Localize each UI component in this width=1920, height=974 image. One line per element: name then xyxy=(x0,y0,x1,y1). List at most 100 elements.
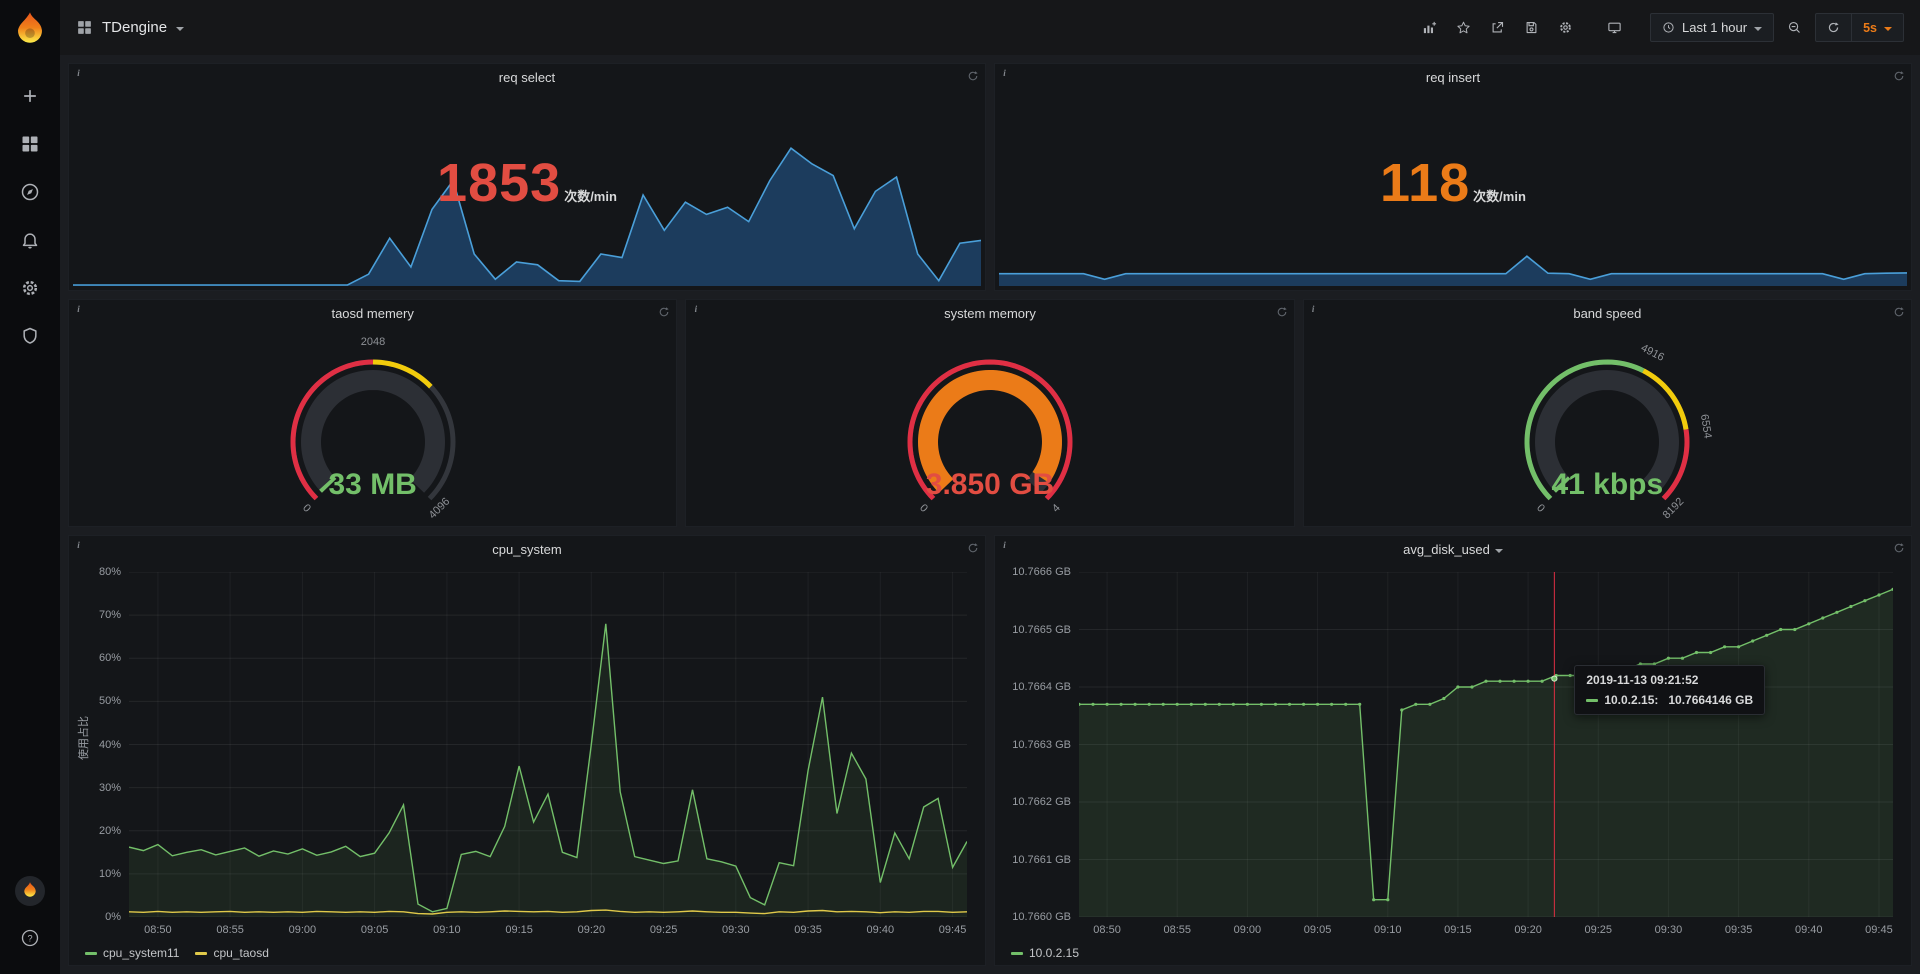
y-axis-tick-label: 10.7665 GB xyxy=(1003,624,1071,636)
svg-text:0: 0 xyxy=(1534,502,1547,515)
panel-info-icon[interactable]: i xyxy=(1307,302,1320,315)
gauge-value: 3.850 GB xyxy=(686,468,1293,502)
cpu-legend: cpu_system11 cpu_taosd xyxy=(85,946,269,960)
legend-item-cpu-taosd[interactable]: cpu_taosd xyxy=(195,946,268,960)
zoom-out-time-button[interactable] xyxy=(1781,15,1808,41)
panel-loading-icon xyxy=(658,305,670,323)
panel-loading-icon xyxy=(967,541,979,559)
y-axis-tick-label: 10% xyxy=(77,868,121,880)
star-button[interactable] xyxy=(1450,15,1477,41)
y-axis-tick-label: 10.7666 GB xyxy=(1003,566,1071,578)
alerting-bell-icon[interactable] xyxy=(12,222,48,258)
x-axis-tick-label: 09:40 xyxy=(858,924,902,936)
refresh-interval-label: 5s xyxy=(1863,21,1877,35)
y-axis-tick-label: 30% xyxy=(77,782,121,794)
legend-color-dash xyxy=(195,952,207,955)
svg-text:4: 4 xyxy=(1050,502,1063,515)
refresh-button[interactable] xyxy=(1815,13,1852,42)
legend-label: cpu_taosd xyxy=(213,946,268,960)
panel-title[interactable]: band speed xyxy=(1334,306,1881,321)
user-avatar[interactable] xyxy=(15,876,45,906)
help-icon[interactable]: ? xyxy=(12,920,48,956)
admin-shield-icon[interactable] xyxy=(12,318,48,354)
panel-req-insert: i req insert 118 次数/min xyxy=(994,63,1912,291)
tooltip-series-name: 10.0.2.15: xyxy=(1604,693,1658,707)
x-axis-tick-label: 09:45 xyxy=(931,924,975,936)
legend-item-cpu-system11[interactable]: cpu_system11 xyxy=(85,946,179,960)
x-axis-tick-label: 09:40 xyxy=(1787,924,1831,936)
share-button[interactable] xyxy=(1484,15,1511,41)
y-axis-tick-label: 40% xyxy=(77,739,121,751)
x-axis-tick-label: 09:10 xyxy=(425,924,469,936)
panel-band-speed: i band speed 0491665548192 41 kbps xyxy=(1303,299,1912,527)
y-axis-tick-label: 10.7662 GB xyxy=(1003,796,1071,808)
cpu-plot[interactable] xyxy=(129,572,967,917)
panel-title[interactable]: system memory xyxy=(716,306,1263,321)
y-axis-tick-label: 10.7660 GB xyxy=(1003,911,1071,923)
panel-info-icon[interactable]: i xyxy=(72,538,85,551)
panel-title[interactable]: req select xyxy=(99,70,955,85)
panel-info-icon[interactable]: i xyxy=(72,66,85,79)
x-axis-tick-label: 09:20 xyxy=(1506,924,1550,936)
y-axis-tick-label: 10.7664 GB xyxy=(1003,681,1071,693)
panel-info-icon[interactable]: i xyxy=(998,66,1011,79)
gauge-value: 41 kbps xyxy=(1304,468,1911,502)
x-axis-tick-label: 09:00 xyxy=(280,924,324,936)
cycle-view-monitor-icon[interactable] xyxy=(1601,15,1628,41)
configuration-gear-icon[interactable] xyxy=(12,270,48,306)
x-axis-tick-label: 09:30 xyxy=(714,924,758,936)
create-plus-icon[interactable] xyxy=(12,78,48,114)
panel-title[interactable]: taosd memery xyxy=(99,306,646,321)
x-axis-tick-label: 08:55 xyxy=(1155,924,1199,936)
y-axis-tick-label: 80% xyxy=(77,566,121,578)
panel-title[interactable]: avg_disk_used xyxy=(1025,542,1881,557)
dashboard-grid-icon xyxy=(76,19,93,36)
panel-menu-caret-icon xyxy=(1495,549,1503,553)
stat-unit: 次数/min xyxy=(1473,186,1526,205)
tooltip-series-dash xyxy=(1586,699,1598,702)
dashboard-title: TDengine xyxy=(102,19,167,36)
x-axis-tick-label: 09:45 xyxy=(1857,924,1901,936)
topbar: TDengine Last 1 hour xyxy=(60,0,1920,55)
dashboard-settings-gear-icon[interactable] xyxy=(1552,15,1579,41)
stat-value: 118 xyxy=(1380,156,1470,210)
grafana-logo[interactable] xyxy=(10,10,50,50)
refresh-interval-dropdown[interactable]: 5s xyxy=(1852,13,1904,42)
stat-unit: 次数/min xyxy=(564,186,617,205)
explore-compass-icon[interactable] xyxy=(12,174,48,210)
tooltip-time: 2019-11-13 09:21:52 xyxy=(1586,673,1753,687)
gauge-value: 33 MB xyxy=(69,468,676,502)
cpu-chart: 使用占比 cpu_system11 cpu_taosd 0%10%20%30%4… xyxy=(77,562,977,963)
y-axis-tick-label: 70% xyxy=(77,609,121,621)
x-axis-tick-label: 09:25 xyxy=(1576,924,1620,936)
x-axis-tick-label: 09:25 xyxy=(642,924,686,936)
time-range-picker[interactable]: Last 1 hour xyxy=(1650,13,1774,42)
title-caret-icon xyxy=(176,27,184,31)
panel-loading-icon xyxy=(1893,69,1905,87)
disk-chart: 2019-11-13 09:21:52 10.0.2.15: 10.766414… xyxy=(1003,562,1903,963)
add-panel-button[interactable] xyxy=(1416,15,1443,41)
dashboard-title-button[interactable]: TDengine xyxy=(76,19,184,36)
panel-title[interactable]: cpu_system xyxy=(99,542,955,557)
disk-plot[interactable] xyxy=(1079,572,1893,917)
dashboards-icon[interactable] xyxy=(12,126,48,162)
time-range-caret-icon xyxy=(1754,27,1762,31)
req-insert-stat: 118 次数/min xyxy=(995,156,1911,210)
panel-loading-icon xyxy=(1893,541,1905,559)
x-axis-tick-label: 09:10 xyxy=(1366,924,1410,936)
x-axis-tick-label: 09:15 xyxy=(1436,924,1480,936)
panel-info-icon[interactable]: i xyxy=(689,302,702,315)
dashboard-grid: i req select 1853 次数/min i req insert 11… xyxy=(60,55,1920,974)
panel-title[interactable]: req insert xyxy=(1025,70,1881,85)
refresh-button-group: 5s xyxy=(1815,13,1904,42)
legend-label: cpu_system11 xyxy=(103,946,179,960)
panel-info-icon[interactable]: i xyxy=(998,538,1011,551)
save-button[interactable] xyxy=(1518,15,1545,41)
panel-info-icon[interactable]: i xyxy=(72,302,85,315)
topbar-actions: Last 1 hour 5s xyxy=(1416,13,1904,42)
svg-text:0: 0 xyxy=(300,502,313,515)
x-axis-tick-label: 08:55 xyxy=(208,924,252,936)
disk-legend: 10.0.2.15 xyxy=(1011,946,1079,960)
legend-item-host[interactable]: 10.0.2.15 xyxy=(1011,946,1079,960)
legend-color-dash xyxy=(85,952,97,955)
